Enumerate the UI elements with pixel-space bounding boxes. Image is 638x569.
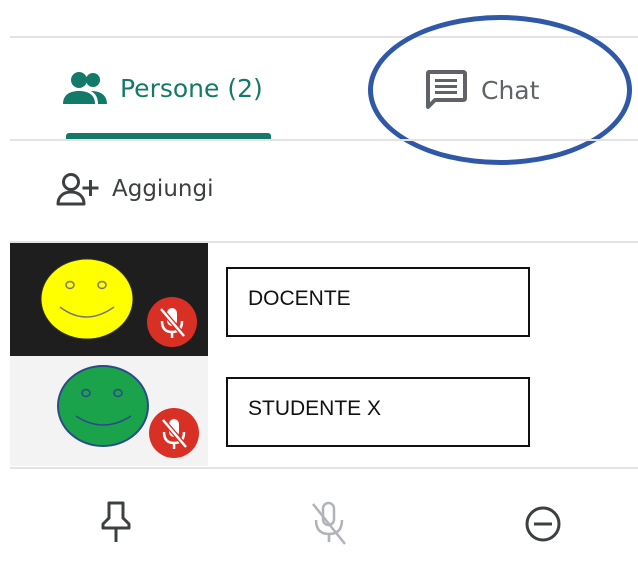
mic-off-badge-icon	[146, 296, 198, 353]
participant-thumbnail	[10, 243, 208, 356]
add-people-label: Aggiungi	[112, 176, 214, 202]
tab-persone[interactable]: Persone (2)	[62, 70, 263, 106]
participant-name-box: DOCENTE	[226, 267, 530, 337]
bottom-divider	[10, 467, 638, 469]
add-person-icon	[56, 172, 102, 206]
mic-off-badge-icon	[148, 407, 200, 464]
tab-chat-label: Chat	[481, 75, 540, 105]
tab-persone-label: Persone (2)	[120, 73, 263, 103]
top-divider	[10, 36, 638, 38]
participant-name: DOCENTE	[248, 287, 351, 310]
tab-chat[interactable]: Chat	[425, 70, 539, 110]
participant-name-box: STUDENTE X	[226, 377, 530, 447]
add-people-button[interactable]: Aggiungi	[56, 172, 213, 206]
pin-icon[interactable]	[98, 500, 134, 551]
mic-off-icon[interactable]	[307, 498, 351, 553]
participant-name: STUDENTE X	[248, 397, 382, 420]
remove-icon[interactable]	[523, 504, 563, 549]
participant-thumbnail	[10, 356, 208, 466]
tabs-divider	[10, 139, 638, 141]
people-icon	[62, 70, 108, 106]
chat-icon	[425, 70, 467, 110]
